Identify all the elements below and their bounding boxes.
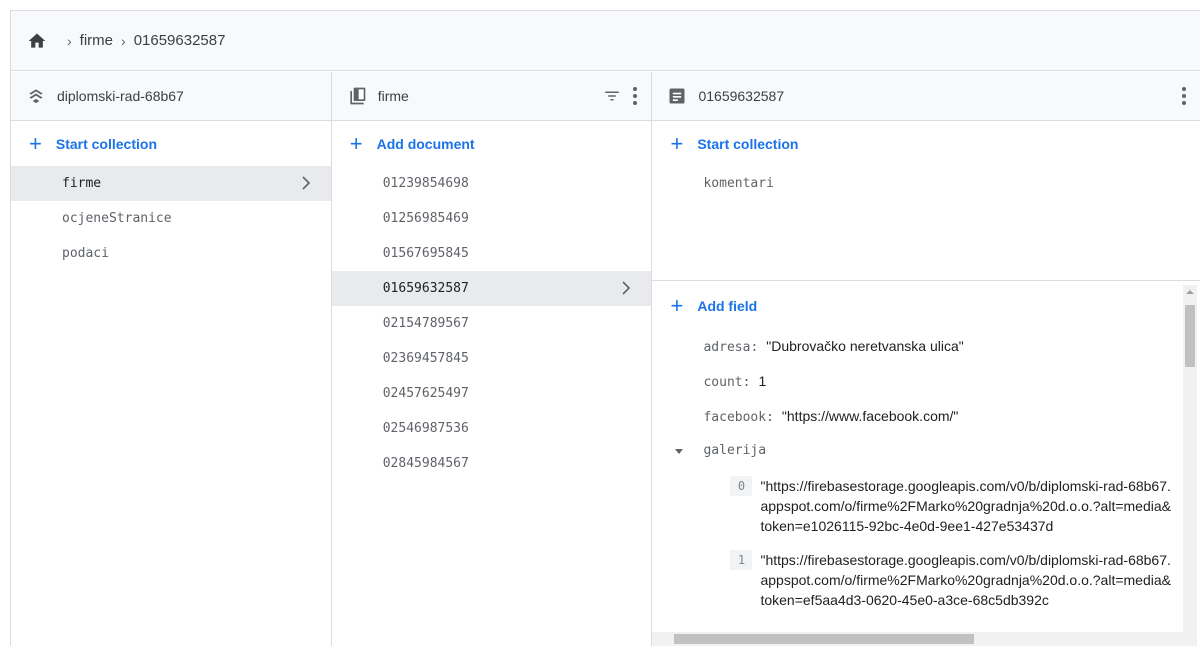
- field-row-adresa[interactable]: adresa: "Dubrovačko neretvanska ulica": [652, 328, 1180, 363]
- add-field-button[interactable]: + Add field: [652, 283, 1180, 328]
- document-item[interactable]: 01567695845: [332, 236, 652, 271]
- start-collection-label: Start collection: [697, 135, 799, 152]
- root-panel-header: diplomski-rad-68b67: [11, 72, 331, 121]
- fields-scroll-area: + Add field adresa: "Dubrovačko neretvan…: [652, 283, 1180, 632]
- field-key: adresa: [703, 340, 751, 355]
- vertical-scroll-thumb[interactable]: [1185, 305, 1195, 367]
- collection-panel-header: firme: [331, 72, 652, 121]
- collection-label: ocjeneStranice: [62, 211, 172, 226]
- collection-icon: [350, 87, 366, 105]
- subcollection-label: komentari: [703, 176, 774, 191]
- field-key: galerija: [703, 443, 767, 458]
- collection-panel: firme + Add document 01239854698 0125698…: [331, 72, 653, 646]
- more-vert-icon[interactable]: [631, 86, 639, 106]
- array-index: 0: [730, 476, 753, 496]
- collection-header-actions: [603, 86, 639, 106]
- field-row-galerija[interactable]: galerija: [652, 433, 1180, 468]
- breadcrumb: › firme › 01659632587: [11, 11, 1200, 71]
- scroll-up-icon[interactable]: [1186, 288, 1194, 296]
- fields-section: + Add field adresa: "Dubrovačko neretvan…: [652, 283, 1200, 646]
- field-colon: :: [742, 375, 751, 390]
- top-margin: [0, 0, 1200, 10]
- horizontal-scrollbar[interactable]: [652, 632, 1183, 646]
- document-id-title: 01659632587: [698, 88, 785, 104]
- document-id: 02154789567: [382, 316, 469, 331]
- collection-item-ocjenestranice[interactable]: ocjeneStranice: [11, 201, 331, 236]
- add-document-label: Add document: [376, 135, 475, 152]
- document-item[interactable]: 01239854698: [332, 166, 652, 201]
- document-id: 01239854698: [382, 176, 469, 191]
- field-value: "https://www.facebook.com/": [781, 408, 959, 424]
- panel-columns: diplomski-rad-68b67 + Start collection f…: [11, 72, 1200, 646]
- collection-label: podaci: [62, 246, 109, 261]
- subcollections-section: + Start collection komentari: [652, 121, 1200, 281]
- vertical-scrollbar[interactable]: [1183, 285, 1197, 646]
- document-id: 01567695845: [382, 246, 469, 261]
- chevron-right-icon: ›: [67, 32, 72, 49]
- project-name: diplomski-rad-68b67: [57, 88, 184, 104]
- plus-icon: +: [29, 130, 42, 156]
- horizontal-scroll-thumb[interactable]: [674, 634, 975, 644]
- document-icon: [669, 88, 685, 104]
- collection-name: firme: [377, 88, 409, 104]
- filter-icon[interactable]: [603, 87, 621, 105]
- document-item[interactable]: 02154789567: [332, 306, 652, 341]
- add-field-label: Add field: [697, 297, 758, 314]
- start-collection-label: Start collection: [55, 135, 157, 152]
- start-subcollection-button[interactable]: + Start collection: [652, 121, 1200, 166]
- document-item[interactable]: 02845984567: [332, 446, 652, 481]
- field-value: 1: [758, 373, 767, 389]
- array-item-0[interactable]: 0 "https://firebasestorage.googleapis.co…: [652, 476, 1180, 536]
- document-id: 01659632587: [382, 281, 469, 296]
- chevron-right-icon: ›: [121, 32, 126, 49]
- field-row-count[interactable]: count: 1: [652, 363, 1180, 398]
- firestore-project-icon: [29, 89, 43, 104]
- field-value: "Dubrovačko neretvanska ulica": [766, 338, 964, 354]
- chevron-right-icon: [302, 176, 310, 190]
- document-id: 02845984567: [382, 456, 469, 471]
- array-item-1[interactable]: 1 "https://firebasestorage.googleapis.co…: [652, 550, 1180, 610]
- breadcrumb-item-document[interactable]: 01659632587: [134, 32, 226, 49]
- plus-icon: +: [349, 130, 363, 156]
- document-item-selected[interactable]: 01659632587: [331, 271, 652, 306]
- field-row-facebook[interactable]: facebook: "https://www.facebook.com/": [652, 398, 1180, 433]
- home-icon[interactable]: [27, 31, 47, 51]
- document-panel: 01659632587 + Start collection komentari…: [652, 72, 1200, 646]
- breadcrumb-item-collection[interactable]: firme: [80, 32, 113, 49]
- document-item[interactable]: 02457625497: [332, 376, 652, 411]
- field-colon: :: [750, 340, 759, 355]
- array-value: "https://firebasestorage.googleapis.com/…: [760, 552, 1171, 608]
- array-index: 1: [730, 550, 753, 570]
- expand-triangle-icon[interactable]: [674, 446, 684, 456]
- firestore-data-viewer: › firme › 01659632587 diplomski-rad-68b6…: [10, 10, 1200, 646]
- document-id: 02546987536: [382, 421, 469, 436]
- collection-item-firme[interactable]: firme: [11, 166, 331, 201]
- more-vert-icon[interactable]: [1180, 86, 1188, 106]
- document-header-actions: [1180, 86, 1188, 106]
- document-item[interactable]: 02546987536: [332, 411, 652, 446]
- field-key: facebook: [703, 410, 767, 425]
- document-panel-header: 01659632587: [652, 72, 1200, 121]
- plus-icon: +: [670, 130, 684, 156]
- root-panel: diplomski-rad-68b67 + Start collection f…: [11, 72, 332, 646]
- field-colon: :: [766, 410, 774, 425]
- chevron-right-icon: [622, 281, 631, 295]
- document-item[interactable]: 01256985469: [332, 201, 652, 236]
- array-value: "https://firebasestorage.googleapis.com/…: [760, 478, 1171, 534]
- collection-label: firme: [62, 176, 102, 191]
- add-document-button[interactable]: + Add document: [332, 121, 652, 166]
- document-id: 02369457845: [382, 351, 469, 366]
- document-item[interactable]: 02369457845: [332, 341, 652, 376]
- document-id: 01256985469: [382, 211, 469, 226]
- field-key: count: [703, 375, 743, 390]
- start-collection-button[interactable]: + Start collection: [11, 121, 331, 166]
- subcollection-item-komentari[interactable]: komentari: [652, 166, 1200, 201]
- plus-icon: +: [670, 292, 684, 318]
- collection-item-podaci[interactable]: podaci: [11, 236, 331, 271]
- document-id: 02457625497: [382, 386, 469, 401]
